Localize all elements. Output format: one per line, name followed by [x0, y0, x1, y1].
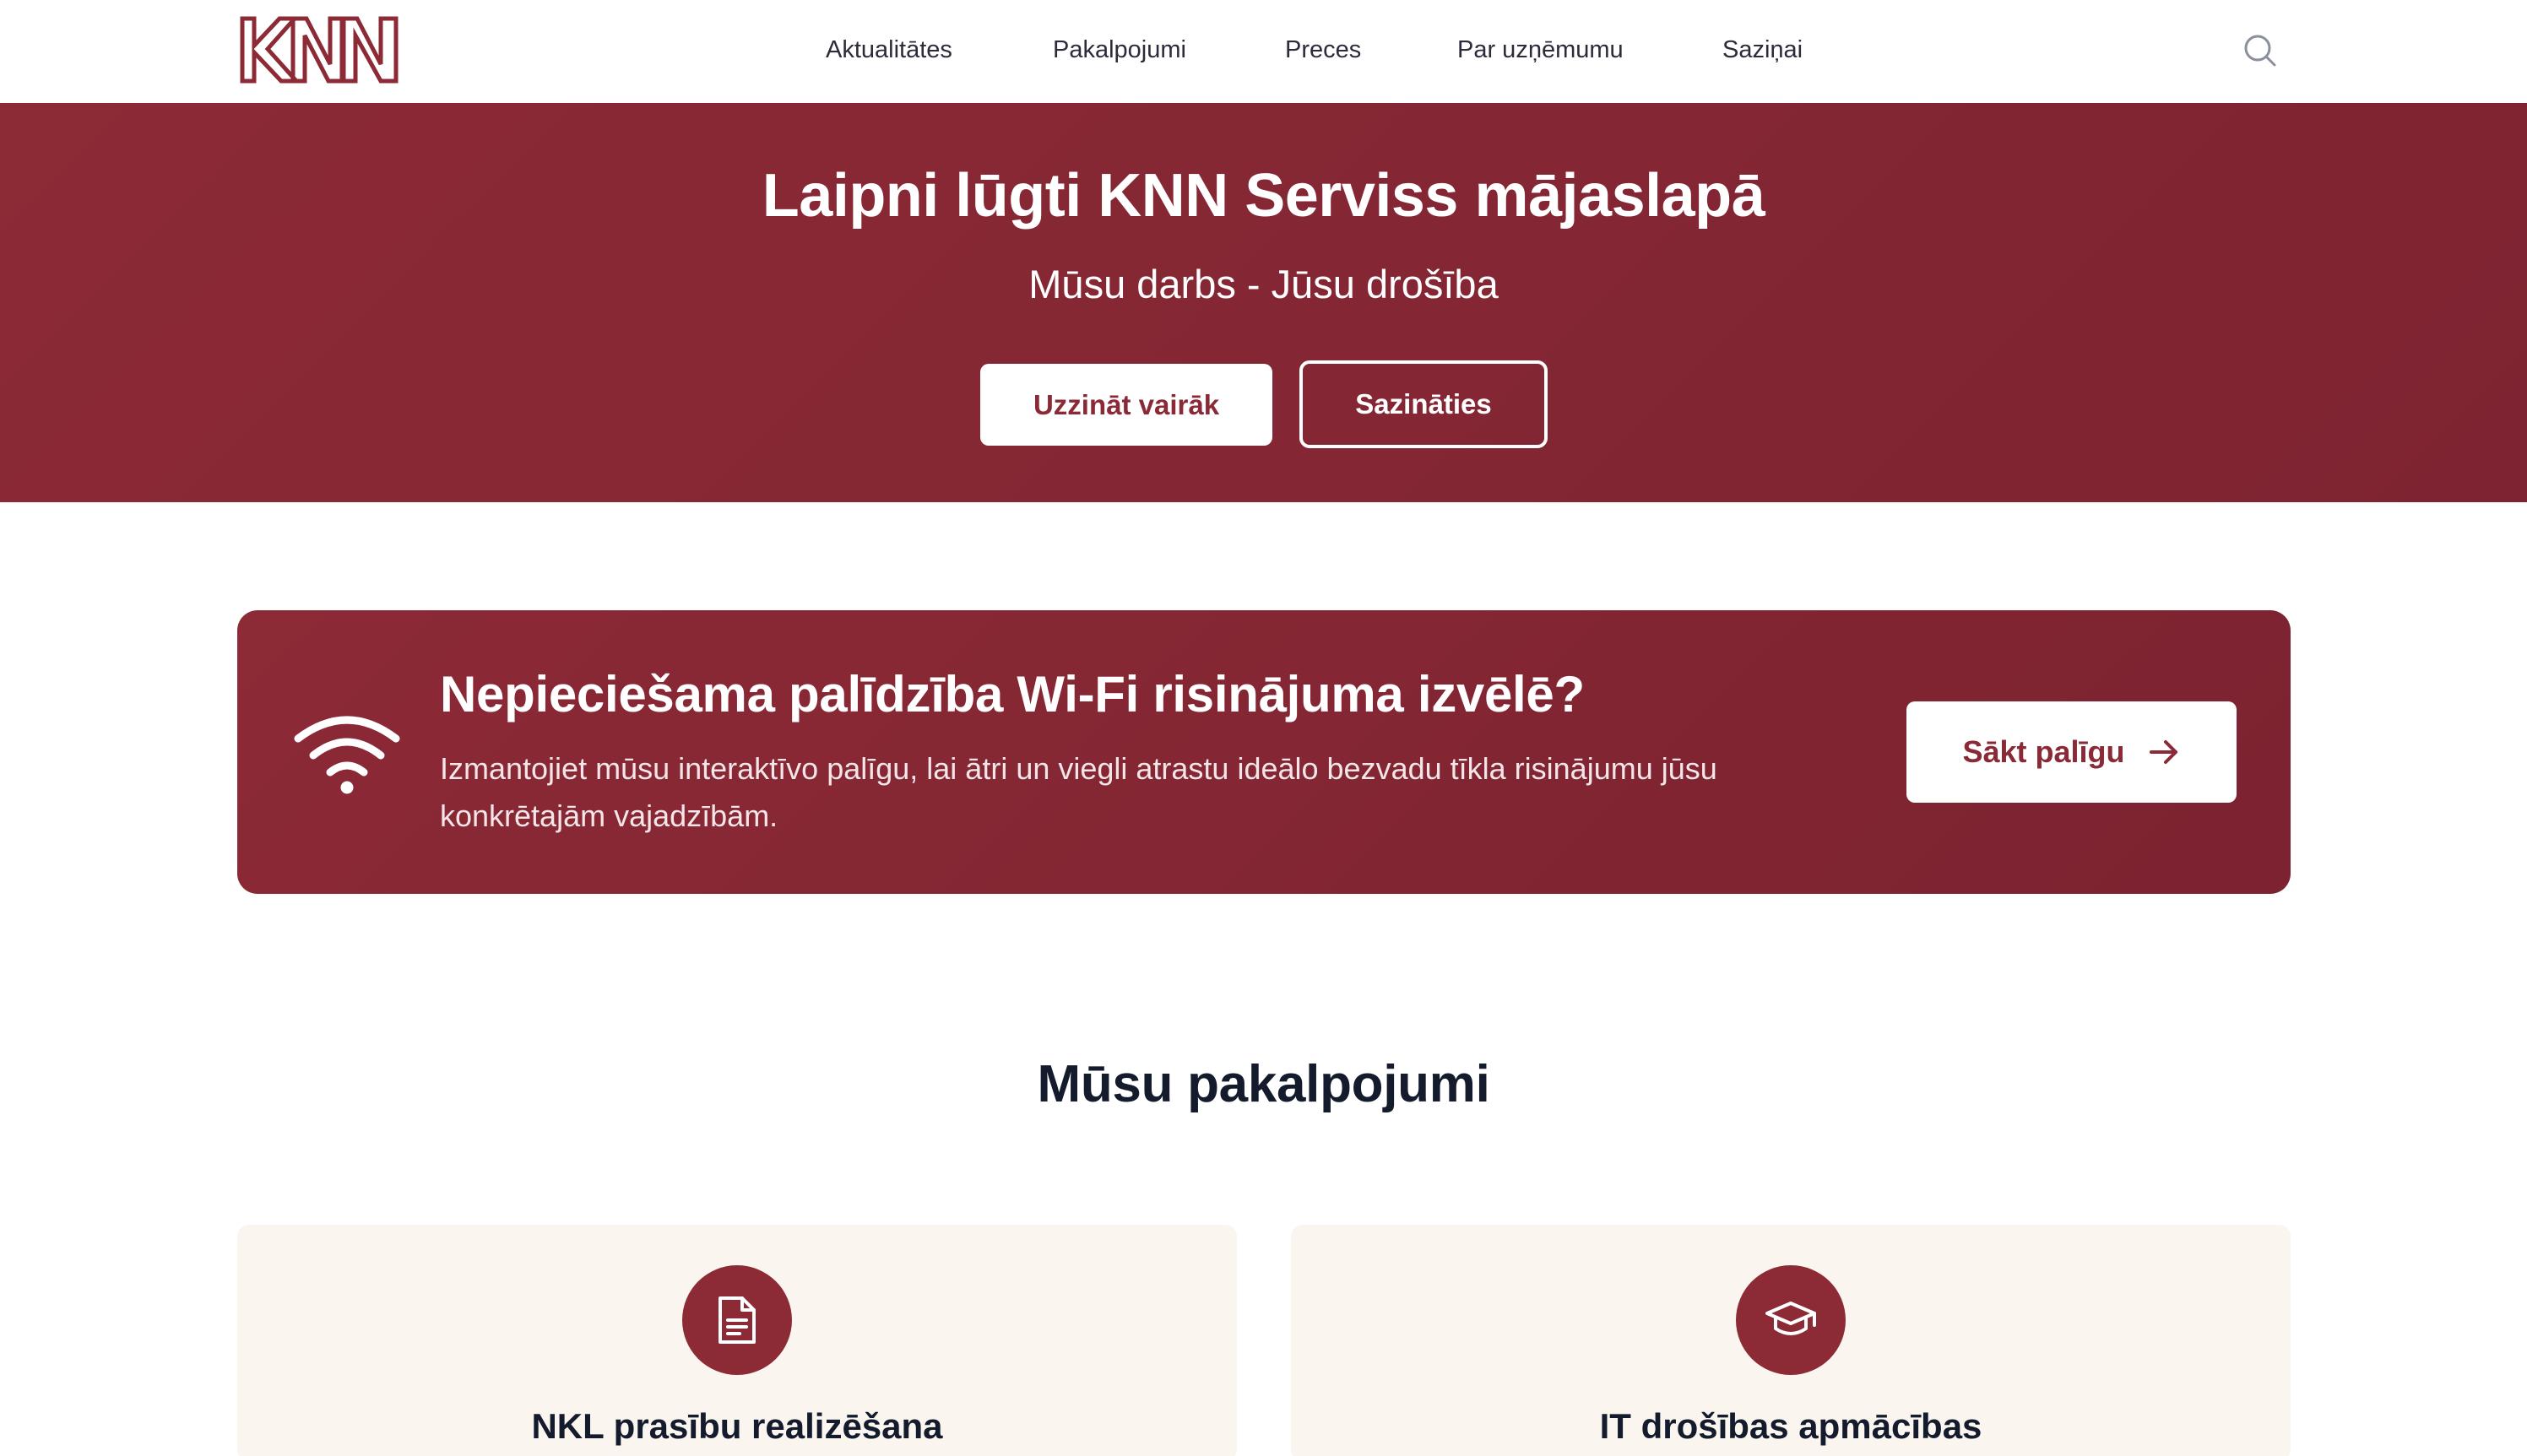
- arrow-right-icon: [2147, 735, 2181, 769]
- hero-subtitle: Mūsu darbs - Jūsu drošība: [1028, 262, 1499, 306]
- start-helper-label: Sākt palīgu: [1962, 734, 2125, 769]
- nav-item-par-uznemumu[interactable]: Par uzņēmumu: [1457, 34, 1624, 66]
- site-header: Aktualitātes Pakalpojumi Preces Par uzņē…: [0, 0, 2527, 103]
- main-nav: Aktualitātes Pakalpojumi Preces Par uzņē…: [0, 0, 2527, 103]
- nav-item-aktualitates[interactable]: Aktualitātes: [826, 34, 952, 66]
- document-icon: [682, 1265, 792, 1375]
- banner-title: Nepieciešama palīdzība Wi-Fi risinājuma …: [440, 666, 1585, 723]
- start-helper-button[interactable]: Sākt palīgu: [1906, 701, 2237, 803]
- service-card-title: IT drošības apmācības: [1599, 1406, 1982, 1446]
- nav-item-pakalpojumi[interactable]: Pakalpojumi: [1053, 34, 1186, 66]
- wifi-icon: [293, 710, 401, 794]
- banner-text: Izmantojiet mūsu interaktīvo palīgu, lai…: [440, 751, 1717, 833]
- nav-item-preces[interactable]: Preces: [1285, 34, 1361, 66]
- learn-more-button[interactable]: Uzzināt vairāk: [980, 364, 1272, 446]
- hero-title: Laipni lūgti KNN Serviss mājaslapā: [762, 162, 1765, 230]
- contact-button[interactable]: Sazināties: [1299, 360, 1548, 448]
- service-card-title: NKL prasību realizēšana: [531, 1406, 943, 1446]
- service-card[interactable]: NKL prasību realizēšana: [237, 1225, 1237, 1456]
- services-title: Mūsu pakalpojumi: [1037, 1055, 1490, 1113]
- wifi-helper-banner: Nepieciešama palīdzība Wi-Fi risinājuma …: [237, 610, 2291, 894]
- hero-section: Laipni lūgti KNN Serviss mājaslapā Mūsu …: [0, 103, 2527, 502]
- nav-item-sazinai[interactable]: Saziņai: [1722, 34, 1803, 66]
- graduation-cap-icon: [1736, 1265, 1846, 1375]
- search-icon[interactable]: [2242, 32, 2279, 69]
- service-card[interactable]: IT drošības apmācības: [1291, 1225, 2291, 1456]
